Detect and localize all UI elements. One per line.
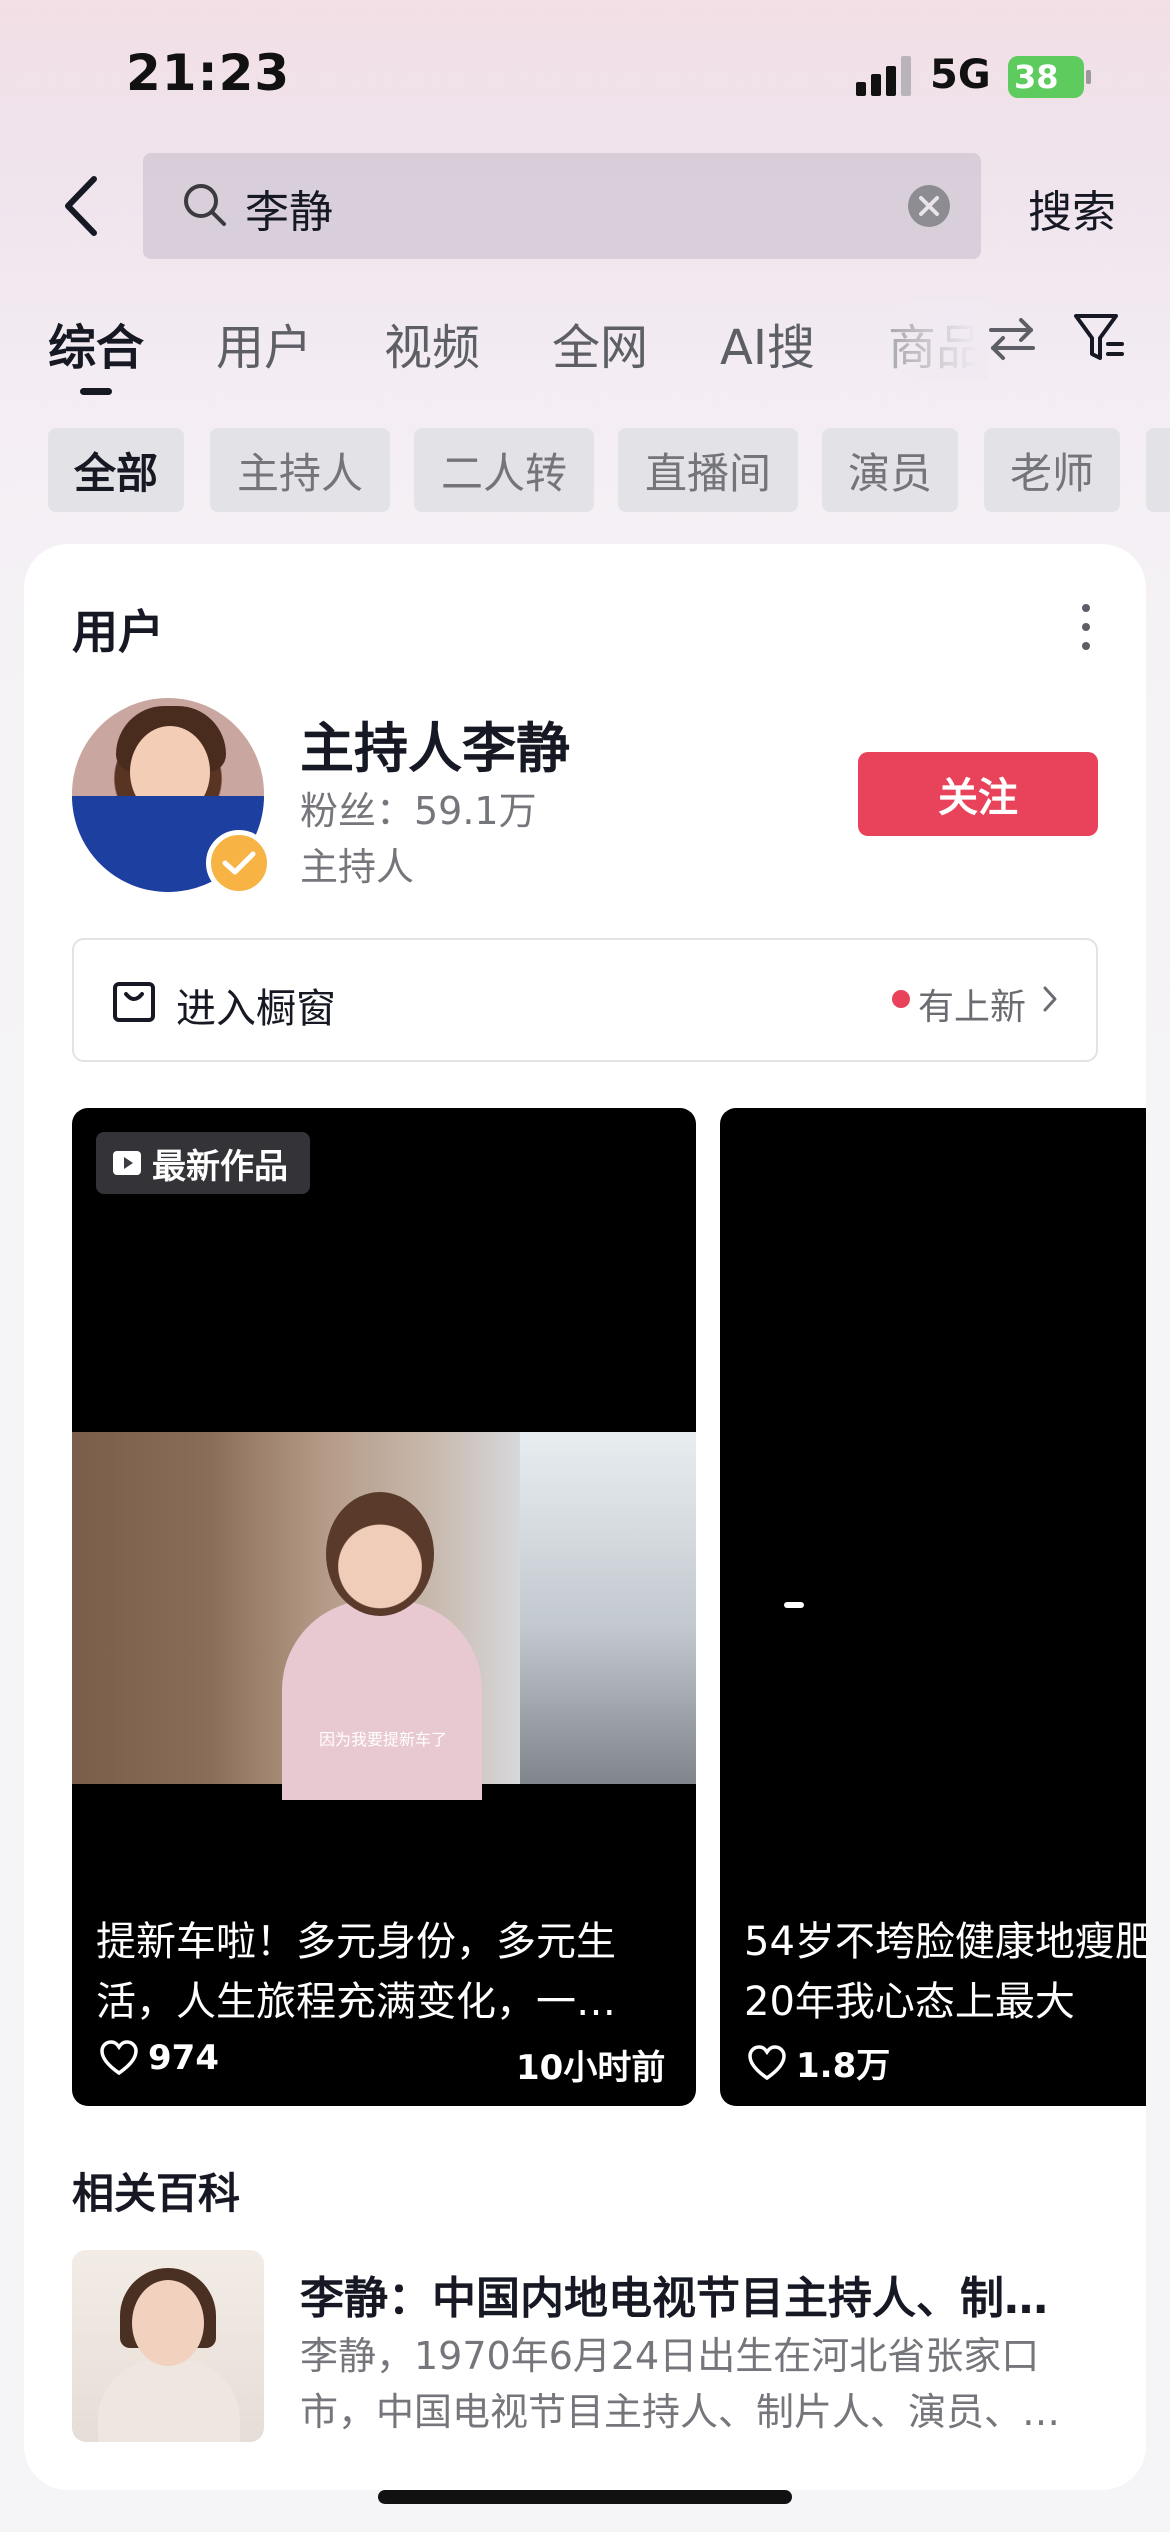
shopping-bag-icon	[113, 982, 155, 1022]
latest-work-badge: 最新作品	[96, 1132, 310, 1194]
thumbnail-person-body	[282, 1600, 482, 1800]
shop-new-label: 有上新	[918, 987, 1027, 1028]
status-time: 21:23	[126, 44, 291, 102]
loading-mark	[784, 1602, 804, 1608]
tab-web[interactable]: 全网	[552, 308, 648, 378]
thumbnail-person-head	[326, 1492, 434, 1616]
home-indicator[interactable]	[378, 2490, 792, 2504]
search-query[interactable]: 李静	[245, 176, 333, 240]
chip-actor[interactable]: 演员	[822, 428, 958, 512]
more-options-icon[interactable]	[1078, 602, 1094, 652]
follow-button[interactable]: 关注	[858, 752, 1098, 836]
chevron-right-icon	[1043, 986, 1057, 1012]
tab-users[interactable]: 用户	[216, 308, 312, 378]
clear-icon[interactable]	[907, 184, 951, 228]
wiki-image-face	[132, 2280, 204, 2366]
video-time: 10小时前	[516, 2048, 666, 2088]
heart-icon	[748, 2044, 786, 2080]
tab-videos[interactable]: 视频	[384, 308, 480, 378]
network-type: 5G	[930, 52, 991, 98]
battery-icon: 38	[1008, 56, 1092, 98]
video-likes: 1.8万	[748, 2038, 890, 2087]
new-dot	[892, 990, 910, 1008]
wiki-section-title: 相关百科	[72, 2169, 241, 2218]
checkmark-icon	[222, 851, 256, 875]
user-role: 主持人	[300, 845, 415, 889]
chip-all[interactable]: 全部	[48, 428, 184, 512]
user-name[interactable]: 主持人李静	[300, 704, 570, 783]
chevron-left-icon	[65, 176, 97, 236]
chip-errenzhuan[interactable]: 二人转	[414, 428, 594, 512]
search-icon	[184, 184, 226, 226]
tab-comprehensive[interactable]: 综合	[48, 308, 144, 378]
verified-badge	[206, 830, 272, 896]
swap-icon[interactable]	[985, 312, 1039, 366]
back-button[interactable]	[50, 170, 110, 242]
latest-work-label: 最新作品	[152, 1146, 288, 1187]
heart-icon	[100, 2040, 138, 2076]
battery-level: 38	[1014, 58, 1059, 96]
video-title: 54岁不垮脸健康地瘦肥20年我心态上最大	[744, 1912, 1146, 2032]
wiki-description: 李静，1970年6月24日出生在河北省张家口市，中国电视节目主持人、制片人、演员…	[300, 2334, 1061, 2434]
video-likes: 974	[100, 2038, 219, 2078]
tab-ai-search[interactable]: AI搜	[720, 308, 815, 378]
search-button[interactable]: 搜索	[1028, 176, 1116, 240]
chip-host[interactable]: 主持人	[210, 428, 390, 512]
play-icon	[113, 1151, 141, 1175]
wiki-headline[interactable]: 李静：中国内地电视节目主持人、制…	[300, 2262, 1090, 2326]
users-section-title: 用户	[72, 605, 164, 659]
video-like-count: 974	[148, 2038, 219, 2078]
shop-window-label: 进入橱窗	[176, 986, 336, 1032]
video-like-count: 1.8万	[796, 2046, 891, 2086]
filter-icon[interactable]	[1072, 310, 1126, 366]
video-subtitle: 因为我要提新车了	[318, 1730, 447, 1749]
user-fans: 粉丝：59.1万	[300, 789, 537, 833]
chip-live-room[interactable]: 直播间	[618, 428, 798, 512]
video-title: 提新车啦！多元身份，多元生活，人生旅程充满变化，一…	[96, 1919, 616, 2025]
active-tab-indicator	[80, 388, 112, 395]
signal-icon	[856, 56, 911, 96]
video-title-text: 54岁不垮脸健康地瘦肥20年我心态上最大	[744, 1919, 1146, 2025]
chip-teacher[interactable]: 老师	[984, 428, 1120, 512]
tab-fade	[888, 300, 988, 380]
chip-overflow[interactable]	[1146, 428, 1170, 512]
